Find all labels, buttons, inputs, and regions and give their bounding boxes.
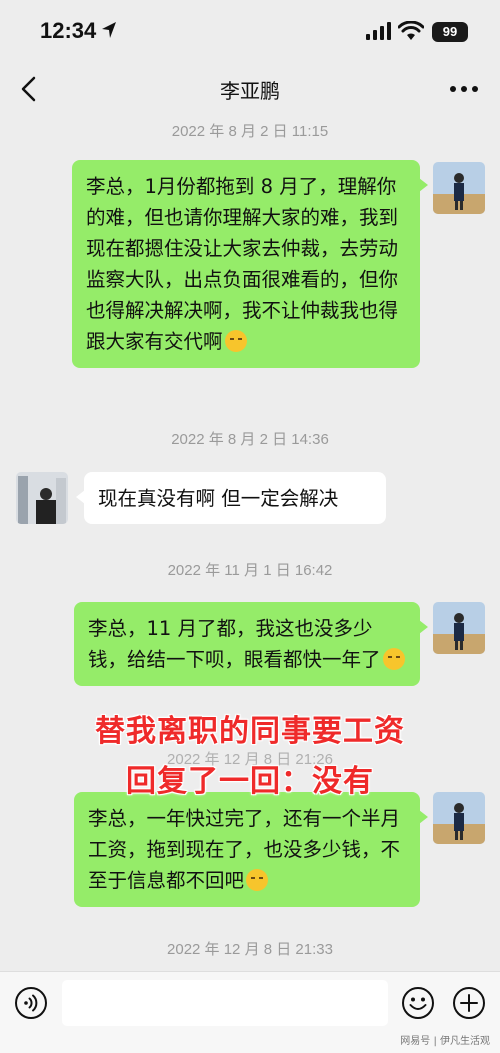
laughing-crying-emoji-icon [246,869,269,891]
avatar-contact[interactable] [16,472,68,524]
message-text: 李总，11 月了都，我这也没多少钱，给结一下呗，眼看都快一年了 [88,617,381,671]
message-text: 李总，一年快过完了，还有一个半月工资，拖到现在了，也没多少钱，不至于信息都不回吧 [88,807,401,892]
wifi-icon [398,21,424,40]
more-icon[interactable] [448,76,480,102]
avatar-me[interactable] [433,602,485,654]
laughing-crying-emoji-icon [382,648,405,670]
message-bubble-sent[interactable]: 李总，一年快过完了，还有一个半月工资，拖到现在了，也没多少钱，不至于信息都不回吧 [74,792,428,907]
chat-area[interactable]: 2022 年 8 月 2 日 11:15 李总，1月份都拖到 8 月了，理解你的… [0,116,500,971]
message-timestamp: 2022 年 8 月 2 日 14:36 [171,431,329,448]
status-time: 12:34 [40,18,97,43]
message-input[interactable] [62,980,388,1026]
watermark: 网易号 | 伊凡生活观 [400,1036,490,1047]
emoji-icon[interactable] [401,986,435,1020]
message-bubble-sent[interactable]: 李总，11 月了都，我这也没多少钱，给结一下呗，眼看都快一年了 [74,602,428,686]
avatar-me[interactable] [433,162,485,214]
message-bubble-received[interactable]: 现在真没有啊 但一定会解决 [76,472,386,524]
crying-emoji-icon [224,330,247,352]
nav-bar: 李亚鹏 [0,64,500,116]
message-timestamp: 2022 年 11 月 1 日 16:42 [167,562,333,579]
plus-icon[interactable] [452,986,486,1020]
message-bubble-sent[interactable]: 李总，1月份都拖到 8 月了，理解你的难，但也请你理解大家的难，我到现在都摁住没… [72,160,428,368]
overlay-caption-line1: 替我离职的同事要工资 [95,714,405,749]
signal-icon [366,22,391,40]
message-text: 李总，1月份都拖到 8 月了，理解你的难，但也请你理解大家的难，我到现在都摁住没… [86,175,399,353]
message-text: 现在真没有啊 但一定会解决 [98,487,339,510]
message-timestamp: 2022 年 12 月 8 日 21:33 [167,941,333,958]
status-bar: 12:34 99 [0,0,500,64]
battery-icon: 99 [432,22,468,42]
voice-icon[interactable] [14,986,48,1020]
overlay-caption-line2: 回复了一回：没有 [126,764,374,799]
chat-title: 李亚鹏 [220,79,280,103]
location-arrow-icon [102,22,116,38]
message-timestamp: 2022 年 8 月 2 日 11:15 [171,123,329,140]
input-bar: 网易号 | 伊凡生活观 [0,971,500,1053]
